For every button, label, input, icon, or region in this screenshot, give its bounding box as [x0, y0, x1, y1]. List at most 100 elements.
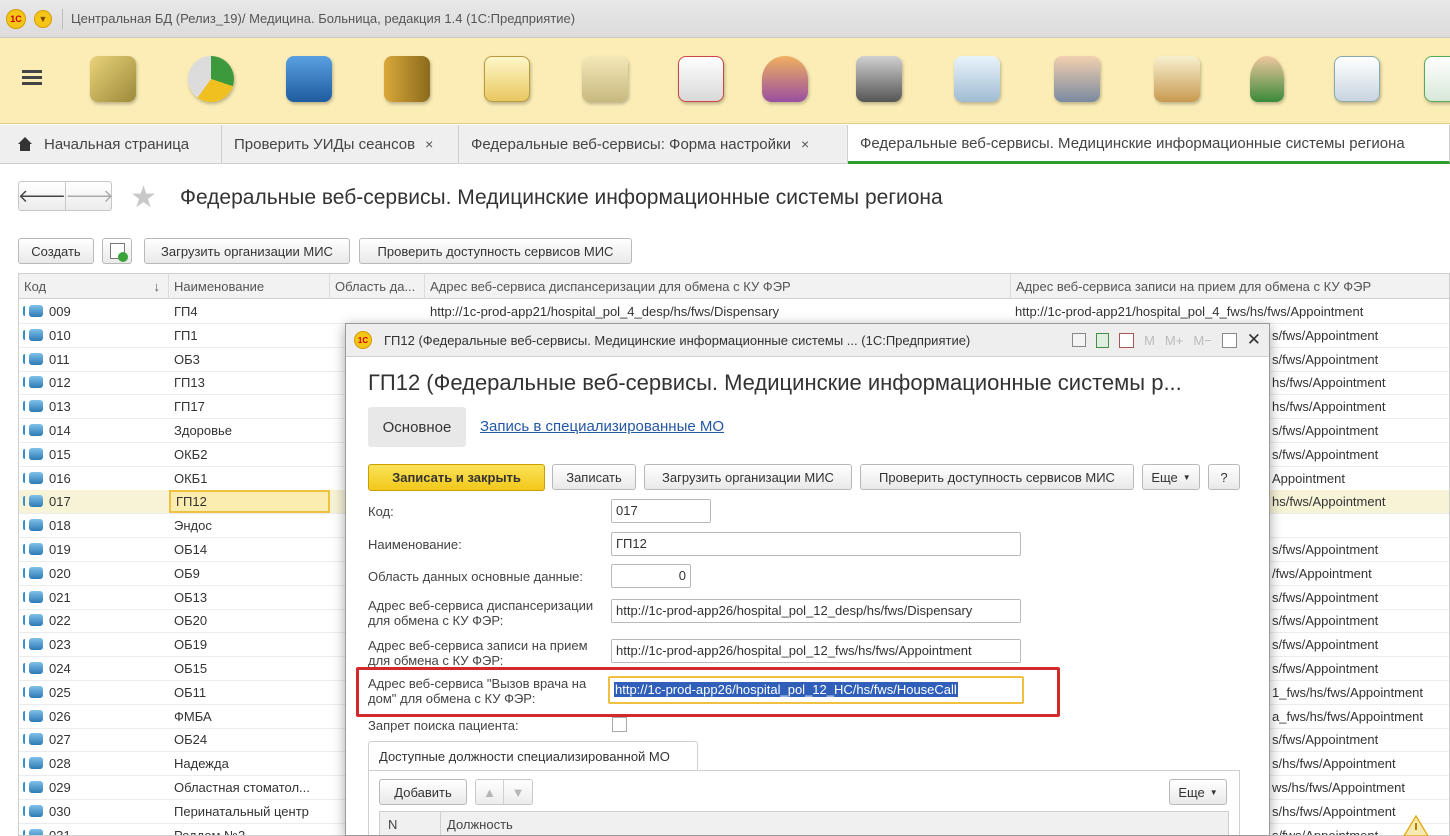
tab-web-services-settings[interactable]: Федеральные веб-сервисы: Форма настройки…	[459, 125, 848, 163]
clipboard-chart-icon[interactable]	[1150, 52, 1204, 106]
column-header-n[interactable]: N	[388, 812, 397, 835]
history-navigation: 🡐 🡒	[18, 181, 114, 211]
column-header-code[interactable]: Код ↓	[19, 274, 169, 299]
database-icon	[23, 305, 43, 317]
load-mis-orgs-button[interactable]: Загрузить организации МИС	[644, 464, 852, 490]
database-icon	[23, 447, 43, 460]
check-mis-availability-button[interactable]: Проверить доступность сервисов МИС	[860, 464, 1134, 490]
dispensary-url-field[interactable]: http://1c-prod-app26/hospital_pol_12_des…	[611, 599, 1021, 623]
cell-appt-url: hs/fws/Appointment	[1272, 399, 1386, 415]
1c-logo-icon[interactable]: 1С	[6, 8, 26, 29]
close-icon[interactable]: ✕	[1247, 330, 1261, 350]
tab-regional-mis[interactable]: Федеральные веб-сервисы. Медицинские инф…	[848, 125, 1450, 164]
database-icon	[23, 662, 43, 674]
calculator-icon[interactable]	[1096, 332, 1110, 348]
cell-name: ОБ13	[174, 589, 208, 605]
documents-icon[interactable]	[1330, 52, 1384, 106]
forward-arrow-icon[interactable]: 🡒	[65, 182, 113, 210]
user-icon[interactable]	[1240, 52, 1294, 106]
patient-search-ban-checkbox[interactable]	[612, 717, 627, 732]
save-and-close-button[interactable]: Записать и закрыть	[368, 464, 545, 491]
close-icon[interactable]: ×	[425, 136, 433, 152]
main-menu-dropdown-icon[interactable]: ▼	[34, 9, 52, 28]
column-header-appt-url[interactable]: Адрес веб-сервиса записи на прием для об…	[1011, 274, 1449, 299]
building-icon[interactable]	[282, 52, 336, 106]
titlebar-divider	[62, 8, 63, 29]
cell-code: 029	[49, 780, 71, 795]
move-down-arrow-icon[interactable]: ▼	[504, 780, 532, 804]
help-document-icon[interactable]	[480, 52, 534, 106]
page-title: Федеральные веб-сервисы. Медицинские инф…	[180, 186, 943, 209]
table-row[interactable]: 009 ГП4 http://1c-prod-app21/hospital_pol_…	[19, 300, 1449, 324]
cell-code: 025	[49, 684, 71, 700]
hamburger-menu-icon[interactable]	[22, 70, 42, 86]
tab-home[interactable]: Начальная страница	[0, 125, 222, 163]
cell-name: ОБ15	[174, 661, 208, 676]
sections-toolbar	[0, 38, 1450, 124]
favorite-star-icon[interactable]: ★	[130, 180, 157, 215]
money-icon[interactable]	[86, 52, 140, 106]
cell-code: 015	[49, 446, 71, 462]
app-title: Центральная БД (Релиз_19)/ Медицина. Бол…	[71, 11, 576, 26]
cell-appt-url: s/fws/Appointment	[1272, 661, 1379, 676]
cash-register-icon[interactable]	[852, 52, 906, 106]
binders-icon[interactable]	[380, 52, 434, 106]
cell-name: ОБ20	[174, 613, 208, 629]
cell-code: 031	[49, 827, 71, 836]
memory-minus-icon[interactable]: M−	[1193, 333, 1211, 348]
person-icon[interactable]	[758, 52, 812, 106]
more-menu-button[interactable]: Еще ▼	[1169, 779, 1227, 805]
cell-appt-url: s/fws/Appointment	[1272, 637, 1379, 653]
tab-available-positions[interactable]: Доступные должности специализированной М…	[368, 741, 698, 771]
database-icon	[23, 495, 43, 508]
tab-main[interactable]: Основное	[368, 407, 466, 447]
code-field[interactable]: 017	[611, 499, 711, 523]
cell-appt-url: http://1c-prod-app21/hospital_pol_4_fws/…	[1015, 304, 1364, 319]
column-header-name[interactable]: Наименование	[169, 274, 330, 299]
data-area-field[interactable]: 0	[611, 564, 691, 588]
laptop-icon[interactable]	[578, 52, 632, 106]
cell-appt-url: s/hs/fws/Appointment	[1272, 756, 1396, 772]
create-button[interactable]: Создать	[18, 238, 94, 264]
tab-check-session-uids[interactable]: Проверить УИДы сеансов ×	[222, 125, 459, 163]
doctor-computer-icon[interactable]	[1050, 52, 1104, 106]
house-call-url-field[interactable]: http://1c-prod-app26/hospital_pol_12_HC/…	[608, 676, 1024, 704]
tab-specialized-mo-referral[interactable]: Запись в специализированные МО	[480, 418, 724, 435]
load-mis-orgs-button[interactable]: Загрузить организации МИС	[144, 238, 350, 264]
close-icon[interactable]: ×	[801, 136, 809, 152]
warning-icon[interactable]	[1403, 815, 1429, 836]
cell-code: 012	[49, 375, 71, 391]
calendar-icon[interactable]	[1119, 332, 1135, 348]
tab-label: Проверить УИДы сеансов	[234, 135, 416, 153]
tab-label: Федеральные веб-сервисы. Медицинские инф…	[860, 134, 1405, 152]
mail-icon[interactable]	[1420, 52, 1450, 106]
column-header-disp-url[interactable]: Адрес веб-сервиса диспансеризации для об…	[425, 274, 1011, 299]
open-tabs-bar: Начальная страница Проверить УИДы сеансо…	[0, 125, 1450, 164]
more-menu-button[interactable]: Еще ▼	[1142, 464, 1200, 490]
app-titlebar: 1С ▼ Центральная БД (Релиз_19)/ Медицина…	[0, 0, 1450, 38]
save-button[interactable]: Записать	[552, 464, 636, 490]
cell-name: ГП1	[174, 327, 198, 343]
memory-plus-icon[interactable]: M+	[1165, 333, 1183, 348]
cell-name: Здоровье	[174, 423, 233, 438]
cell-name: ФМБА	[174, 708, 212, 724]
back-arrow-icon[interactable]: 🡐	[18, 182, 66, 210]
column-header-position[interactable]: Должность	[440, 812, 513, 835]
maximize-icon[interactable]	[1221, 332, 1237, 348]
column-header-area[interactable]: Область да...	[330, 274, 425, 299]
form-window-title: ГП12 (Федеральные веб-сервисы. Медицинск…	[384, 332, 971, 348]
memory-m-icon[interactable]: M	[1144, 333, 1155, 348]
appointment-url-field[interactable]: http://1c-prod-app26/hospital_pol_12_fws…	[611, 639, 1021, 663]
hospital-bed-icon[interactable]	[950, 52, 1004, 106]
name-field[interactable]: ГП12	[611, 532, 1021, 556]
cell-name: Областная стоматол...	[174, 780, 310, 795]
move-up-arrow-icon[interactable]: ▲	[476, 780, 505, 804]
add-button[interactable]: Добавить	[379, 779, 467, 805]
help-button[interactable]: ?	[1208, 464, 1240, 490]
first-aid-kit-icon[interactable]	[674, 52, 728, 106]
print-icon[interactable]	[1072, 333, 1087, 347]
check-mis-availability-button[interactable]: Проверить доступность сервисов МИС	[359, 238, 632, 264]
database-icon	[23, 376, 43, 389]
copy-item-button[interactable]	[102, 238, 132, 264]
pie-chart-icon[interactable]	[184, 52, 238, 106]
